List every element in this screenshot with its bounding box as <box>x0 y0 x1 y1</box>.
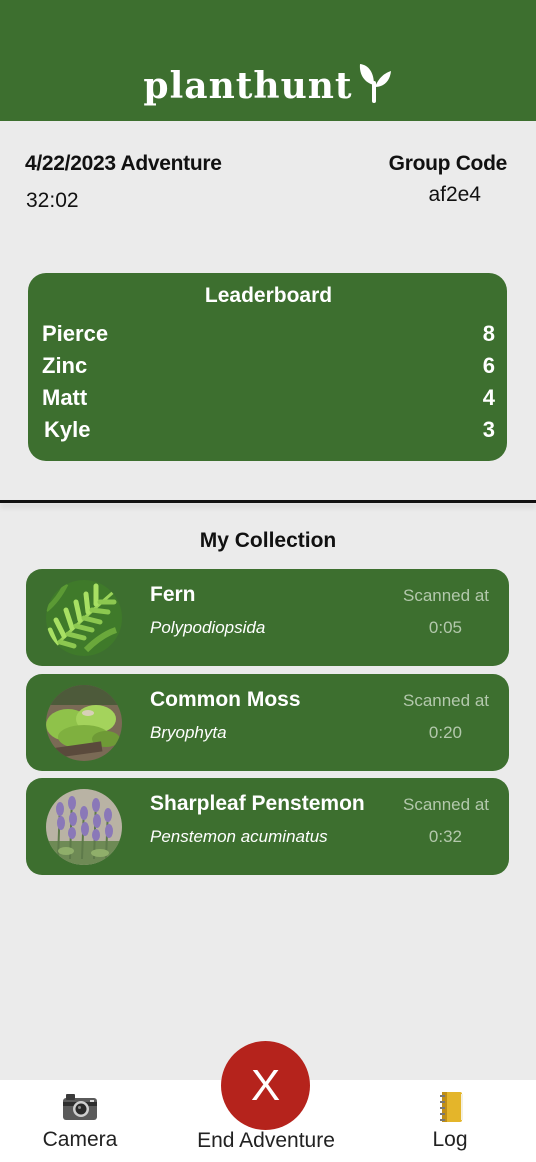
brand-logo: planthunt <box>143 64 392 107</box>
adventure-title: 4/22/2023 Adventure <box>25 152 222 175</box>
plant-thumbnail <box>46 789 122 865</box>
scanned-time: 0:20 <box>428 723 462 742</box>
group-code-label: Group Code <box>388 152 508 175</box>
collection-title: My Collection <box>199 529 337 552</box>
plant-name: Common Moss <box>150 688 301 711</box>
player-score: 3 <box>482 417 495 442</box>
end-adventure-button[interactable]: X <box>221 1041 310 1130</box>
fern-image <box>46 580 122 656</box>
end-adventure-label[interactable]: End Adventure <box>180 1129 352 1153</box>
adventure-timer: 32:02 <box>26 189 79 212</box>
leaderboard: Leaderboard Pierce 8 Zinc 6 Matt 4 Kyle … <box>28 273 507 461</box>
scanned-label: Scanned at <box>402 795 489 814</box>
player-score: 6 <box>482 353 495 378</box>
player-name: Kyle <box>44 417 91 442</box>
player-score: 8 <box>482 321 495 346</box>
plant-name: Sharpleaf Penstemon <box>150 792 365 815</box>
brand-name: planthunt <box>143 65 353 107</box>
camera-icon <box>63 1094 97 1120</box>
plant-thumbnail <box>46 685 122 761</box>
moss-image <box>46 685 122 761</box>
plant-scientific-name: Polypodiopsida <box>150 618 266 637</box>
leaderboard-row: Matt 4 <box>42 382 495 414</box>
sprout-icon <box>359 64 391 103</box>
notebook-icon <box>440 1092 463 1122</box>
app-header: planthunt <box>0 0 536 121</box>
scanned-label: Scanned at <box>402 691 489 710</box>
player-name: Zinc <box>42 353 88 378</box>
plant-scientific-name: Penstemon acuminatus <box>150 827 328 846</box>
scanned-time: 0:05 <box>428 618 462 637</box>
leaderboard-row: Kyle 3 <box>42 414 495 446</box>
leaderboard-row: Pierce 8 <box>42 318 495 350</box>
section-divider <box>0 500 536 503</box>
scanned-label: Scanned at <box>402 586 489 605</box>
log-label: Log <box>432 1128 468 1151</box>
scanned-time: 0:32 <box>428 827 462 846</box>
plant-thumbnail <box>46 580 122 656</box>
close-icon: X <box>250 1060 281 1110</box>
player-name: Matt <box>42 385 88 410</box>
plant-scientific-name: Bryophyta <box>150 723 227 742</box>
player-name: Pierce <box>42 321 109 346</box>
plant-name: Fern <box>150 583 196 606</box>
leaderboard-row: Zinc 6 <box>42 350 495 382</box>
leaderboard-title: Leaderboard <box>204 284 333 307</box>
player-score: 4 <box>482 385 495 410</box>
penstemon-image <box>46 789 122 865</box>
group-code-value: af2e4 <box>428 183 481 206</box>
collection-card-common-moss[interactable]: Common Moss Bryophyta Scanned at 0:20 <box>26 674 509 771</box>
nav-log[interactable]: Log <box>410 1080 490 1162</box>
collection-card-fern[interactable]: Fern Polypodiopsida Scanned at 0:05 <box>26 569 509 666</box>
camera-label: Camera <box>42 1128 118 1151</box>
collection-card-sharpleaf-penstemon[interactable]: Sharpleaf Penstemon Penstemon acuminatus… <box>26 778 509 875</box>
nav-camera[interactable]: Camera <box>40 1080 120 1162</box>
